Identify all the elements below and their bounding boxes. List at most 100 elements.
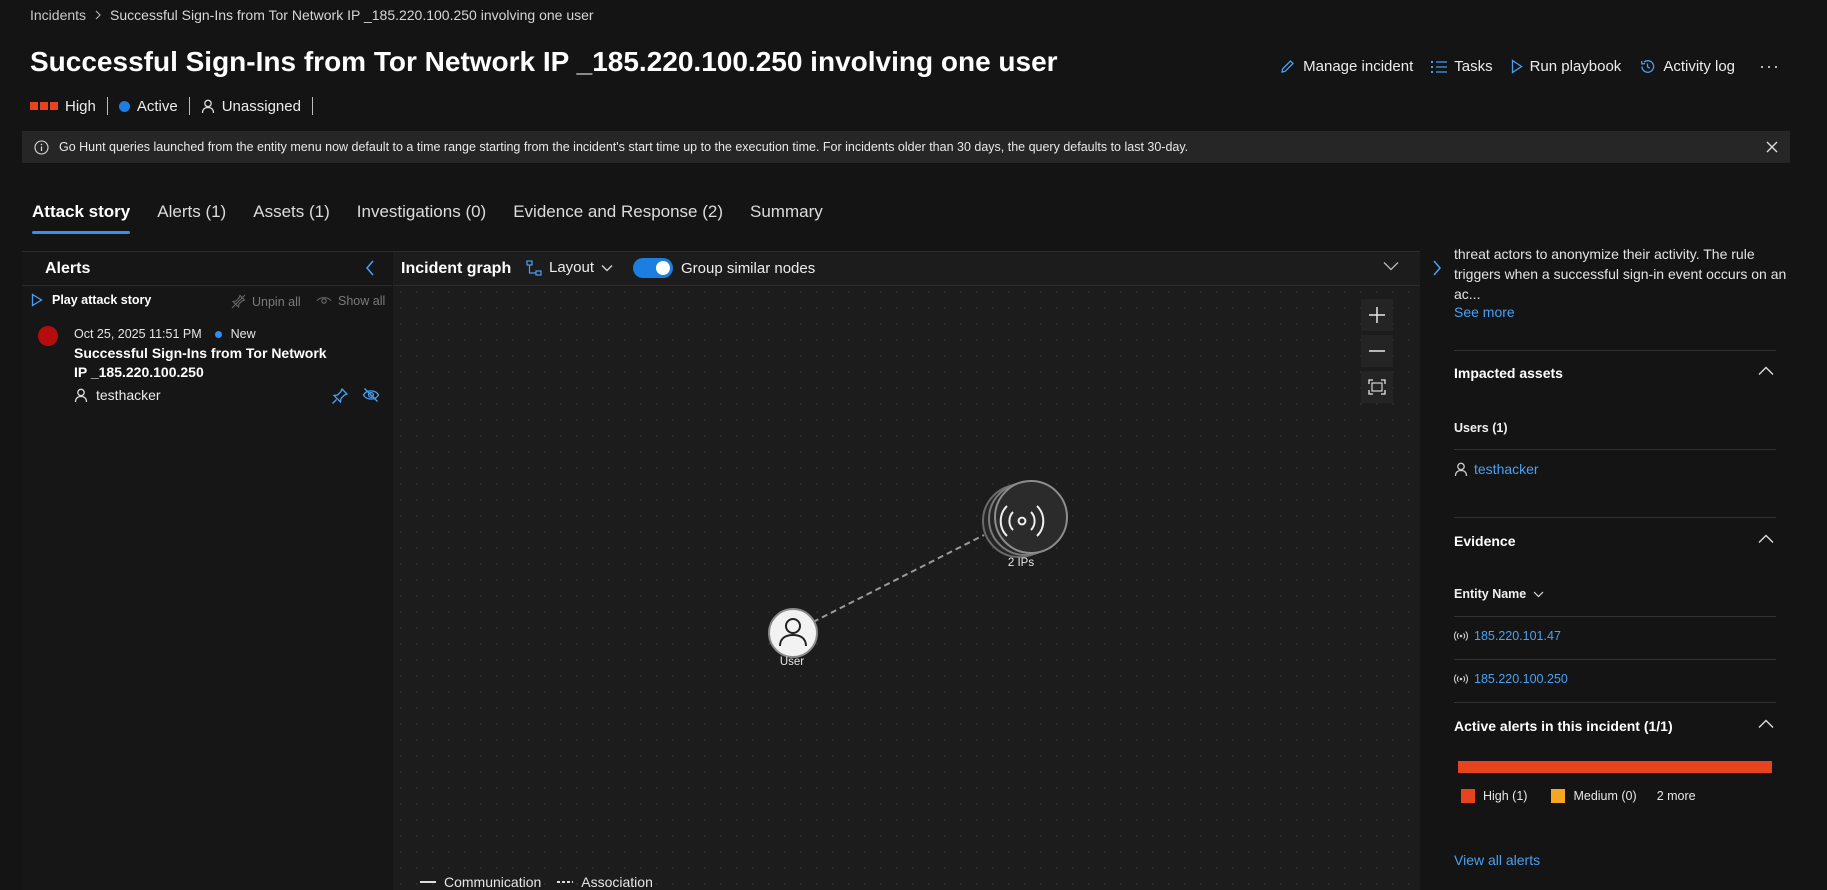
view-all-alerts-link[interactable]: View all alerts <box>1454 852 1540 868</box>
ip-broadcast-icon <box>1454 674 1468 684</box>
activity-log-label: Activity log <box>1663 58 1736 75</box>
divider <box>1454 702 1776 703</box>
alert-meta: Oct 25, 2025 11:51 PM New <box>74 327 256 341</box>
layout-icon <box>526 259 542 276</box>
layout-label: Layout <box>549 259 595 276</box>
tab-summary[interactable]: Summary <box>750 202 823 234</box>
chevron-down-icon <box>1533 591 1544 598</box>
divider <box>1454 449 1776 450</box>
status-dot-icon <box>118 100 130 112</box>
assignment-badge: Unassigned <box>201 98 312 115</box>
user-icon <box>74 388 88 403</box>
high-severity-swatch <box>1461 789 1475 803</box>
collapse-panel-button[interactable] <box>365 259 375 277</box>
divider <box>311 97 313 115</box>
tab-attack-story[interactable]: Attack story <box>32 202 131 234</box>
tab-alerts[interactable]: Alerts (1) <box>157 202 226 234</box>
severity-label: High <box>65 97 96 115</box>
tab-evidence-response[interactable]: Evidence and Response (2) <box>513 202 723 234</box>
group-similar-nodes-label: Group similar nodes <box>681 260 816 277</box>
new-status-dot-icon <box>214 330 222 338</box>
tasks-button[interactable]: Tasks <box>1431 58 1493 75</box>
layout-dropdown[interactable]: Layout <box>526 259 613 276</box>
manage-incident-button[interactable]: Manage incident <box>1279 58 1413 75</box>
unpin-all-label: Unpin all <box>252 294 301 309</box>
chevron-right-icon <box>94 10 102 20</box>
run-playbook-label: Run playbook <box>1529 58 1622 75</box>
ip-group-node <box>982 480 1068 558</box>
impacted-user-link[interactable]: testhacker <box>1474 461 1539 477</box>
breadcrumb-current: Successful Sign-Ins from Tor Network IP … <box>110 7 594 23</box>
play-attack-story-label: Play attack story <box>52 293 152 307</box>
ip-broadcast-icon <box>1454 631 1468 641</box>
info-banner-text: Go Hunt queries launched from the entity… <box>59 140 1189 154</box>
incident-graph-title: Incident graph <box>401 260 512 277</box>
history-icon <box>1639 58 1656 75</box>
solid-line-icon <box>420 880 436 884</box>
more-options-button[interactable]: ··· <box>1759 56 1780 77</box>
evidence-title: Evidence <box>1454 533 1516 549</box>
divider <box>106 97 108 115</box>
active-alerts-title: Active alerts in this incident (1/1) <box>1454 718 1673 734</box>
impacted-assets-title: Impacted assets <box>1454 365 1563 381</box>
graph-edges-nodes <box>768 480 1068 658</box>
see-more-link[interactable]: See more <box>1454 304 1515 320</box>
user-icon <box>1454 462 1468 477</box>
dashed-line-icon <box>557 880 574 884</box>
alert-description: threat actors to anonymize their activit… <box>1454 246 1787 302</box>
alert-date: Oct 25, 2025 11:51 PM <box>74 327 202 341</box>
alert-status: New <box>230 327 256 341</box>
pin-icon[interactable] <box>331 387 349 405</box>
divider <box>1454 350 1776 351</box>
evidence-ip-link[interactable]: 185.220.101.47 <box>1474 629 1561 643</box>
chevron-down-icon[interactable] <box>1383 261 1399 271</box>
chevron-right-icon[interactable] <box>1432 259 1442 277</box>
unpin-all-button[interactable]: Unpin all <box>231 294 301 309</box>
association-edge <box>812 534 985 623</box>
chevron-up-icon[interactable] <box>1758 366 1774 376</box>
status-badge: Active <box>118 97 189 115</box>
users-subhead: Users (1) <box>1454 421 1508 435</box>
run-playbook-button[interactable]: Run playbook <box>1511 58 1622 75</box>
tasks-list-icon <box>1431 60 1448 74</box>
severity-high-icon <box>30 102 58 110</box>
tab-investigations[interactable]: Investigations (0) <box>357 202 486 234</box>
status-label: Active <box>136 97 178 115</box>
play-icon <box>31 293 43 307</box>
alerts-panel-title: Alerts <box>45 260 91 277</box>
divider <box>22 285 392 286</box>
manage-incident-label: Manage incident <box>1303 58 1414 75</box>
evidence-ip-link[interactable]: 185.220.100.250 <box>1474 672 1568 686</box>
play-attack-story-button[interactable]: Play attack story <box>31 293 151 307</box>
assignment-label: Unassigned <box>221 97 301 115</box>
tab-bar: Attack story Alerts (1) Assets (1) Inves… <box>32 202 823 234</box>
chevron-down-icon <box>601 264 613 272</box>
medium-severity-swatch <box>1551 789 1566 803</box>
info-icon <box>34 139 49 155</box>
medium-count-label: Medium (0) <box>1573 789 1637 803</box>
severity-legend: High (1) Medium (0) 2 more <box>1461 789 1696 803</box>
user-node-label: User <box>779 656 805 668</box>
show-all-button[interactable]: Show all <box>316 294 385 308</box>
evidence-row[interactable]: 185.220.101.47 <box>1454 629 1561 643</box>
alert-user-name: testhacker <box>96 387 161 403</box>
close-icon[interactable] <box>1766 141 1778 153</box>
alert-title[interactable]: Successful Sign-Ins from Tor Network IP … <box>74 344 334 382</box>
tab-assets[interactable]: Assets (1) <box>253 202 330 234</box>
legend-communication: Communication <box>444 874 542 890</box>
info-banner: Go Hunt queries launched from the entity… <box>22 131 1790 163</box>
chevron-up-icon[interactable] <box>1758 534 1774 544</box>
breadcrumb-incidents-link[interactable]: Incidents <box>30 7 86 23</box>
evidence-row[interactable]: 185.220.100.250 <box>1454 672 1568 686</box>
severity-badge: High <box>30 98 107 115</box>
entity-name-sort-header[interactable]: Entity Name <box>1454 587 1544 601</box>
page-title: Successful Sign-Ins from Tor Network IP … <box>30 46 1058 77</box>
divider <box>1454 616 1776 617</box>
group-similar-nodes-toggle[interactable] <box>633 258 673 278</box>
more-severities-link[interactable]: 2 more <box>1657 789 1696 803</box>
entity-name-label: Entity Name <box>1454 587 1527 601</box>
chevron-up-icon[interactable] <box>1758 719 1774 729</box>
activity-log-button[interactable]: Activity log <box>1639 58 1735 75</box>
hide-eye-icon[interactable] <box>362 387 380 403</box>
impacted-user-row[interactable]: testhacker <box>1454 461 1539 477</box>
